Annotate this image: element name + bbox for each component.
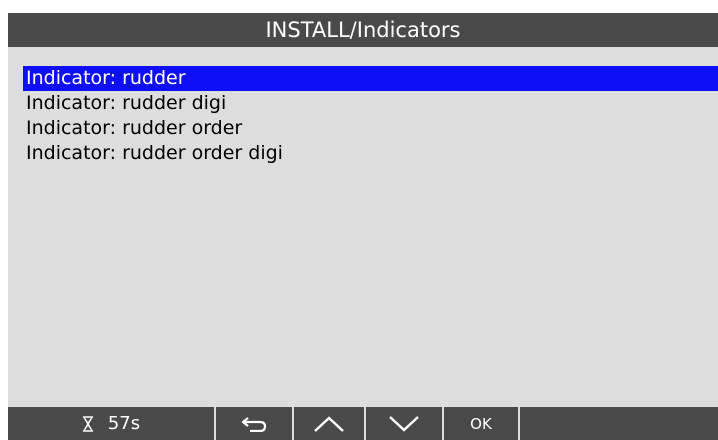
- display-screen: INSTALL/Indicators Indicator: rudder Ind…: [8, 13, 718, 440]
- menu-item-label: Indicator: rudder: [26, 67, 186, 89]
- menu-item-label: Indicator: rudder order: [26, 117, 243, 139]
- down-button[interactable]: [366, 407, 444, 440]
- menu-item-rudder-order-digi[interactable]: Indicator: rudder order digi: [23, 141, 718, 166]
- menu-item-rudder[interactable]: Indicator: rudder: [23, 66, 718, 91]
- hourglass-icon: [82, 415, 94, 432]
- empty-softkey: [520, 407, 718, 440]
- timeout-indicator: 57s: [8, 407, 216, 440]
- ok-label: OK: [470, 414, 492, 433]
- menu-item-rudder-digi[interactable]: Indicator: rudder digi: [23, 91, 718, 116]
- timer-value: 57s: [107, 413, 141, 434]
- up-button[interactable]: [294, 407, 366, 440]
- indicator-menu-list: Indicator: rudder Indicator: rudder digi…: [23, 66, 718, 166]
- page-title: INSTALL/Indicators: [8, 13, 718, 47]
- chevron-up-icon: [312, 415, 346, 433]
- menu-item-label: Indicator: rudder digi: [26, 92, 227, 114]
- back-arrow-icon: [240, 416, 268, 432]
- chevron-down-icon: [387, 415, 421, 433]
- ok-button[interactable]: OK: [444, 407, 520, 440]
- menu-item-rudder-order[interactable]: Indicator: rudder order: [23, 116, 718, 141]
- menu-item-label: Indicator: rudder order digi: [26, 142, 283, 164]
- softkey-bar: 57s OK: [8, 407, 718, 440]
- back-button[interactable]: [216, 407, 294, 440]
